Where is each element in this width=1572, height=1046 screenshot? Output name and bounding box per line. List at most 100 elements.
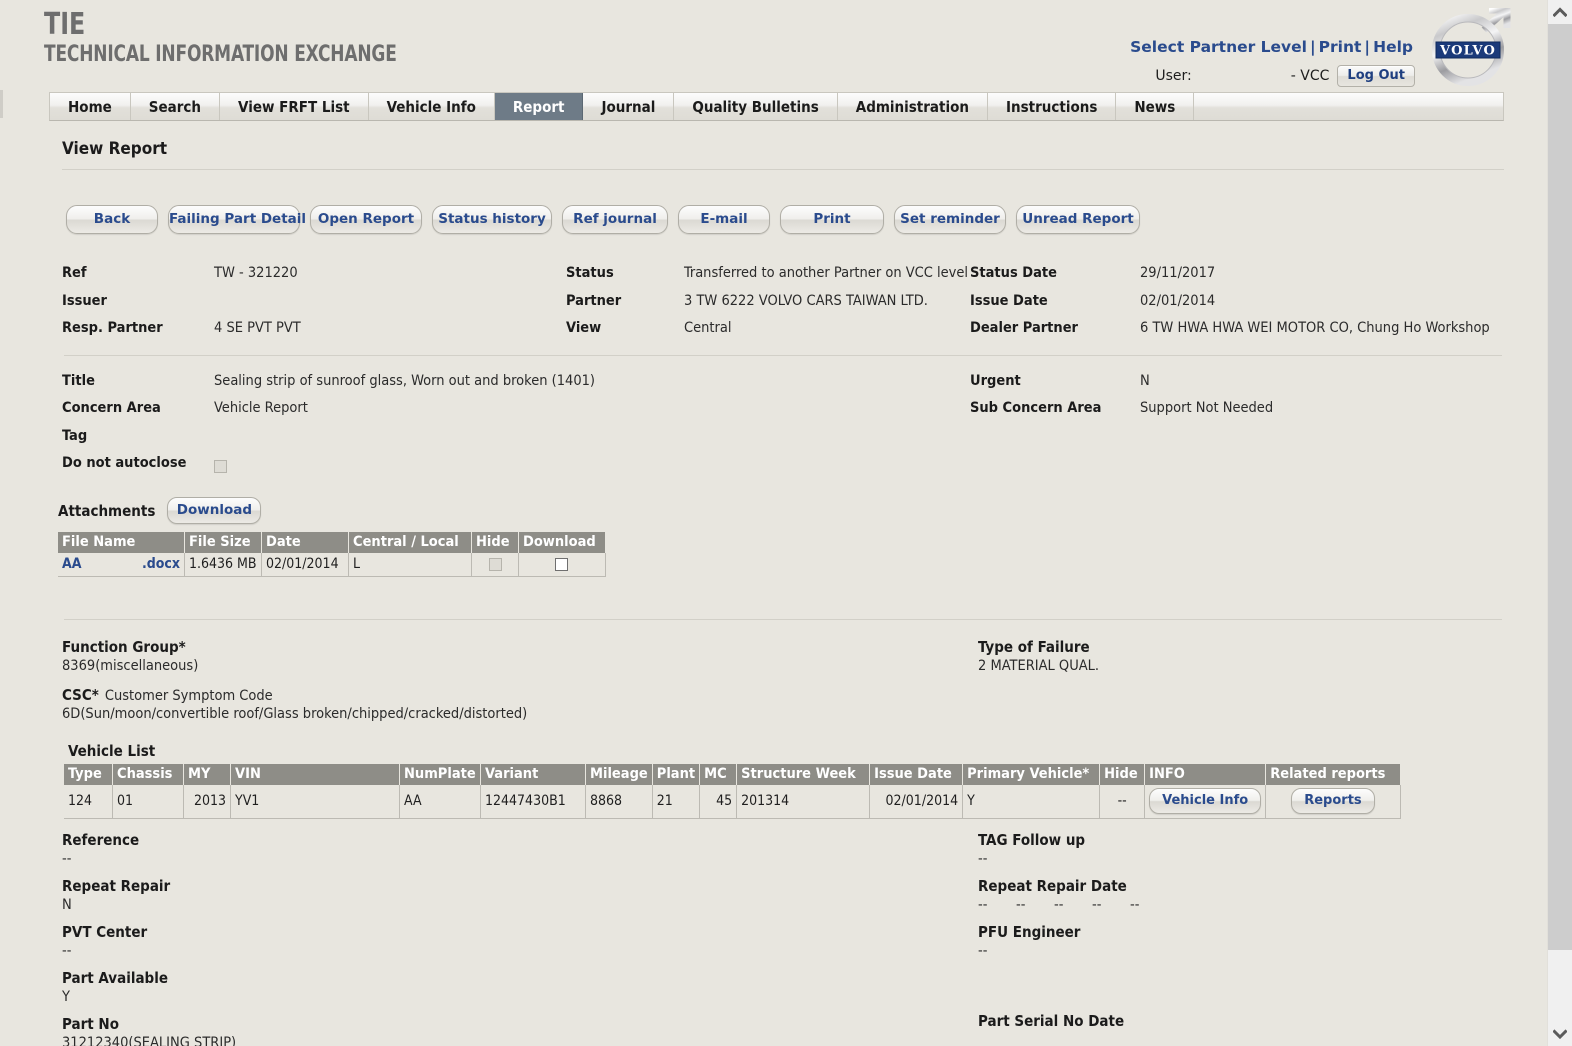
col-issue-date: Issue Date — [869, 763, 964, 785]
ref-journal-button[interactable]: Ref journal — [562, 205, 668, 234]
user-partner-level: - VCC — [1290, 68, 1330, 84]
failing-part-detail-button[interactable]: Failing Part Detail — [168, 205, 306, 234]
attachments-header: Attachments Download — [58, 497, 1504, 525]
pfu-engineer-field: PFU Engineer -- — [978, 923, 1504, 960]
vehicle-info-button[interactable]: Vehicle Info — [1149, 787, 1262, 814]
pfu-engineer-label: PFU Engineer — [978, 922, 1081, 941]
csc-label-row: CSC* Customer Symptom Code — [62, 685, 978, 704]
email-button[interactable]: E-mail — [678, 205, 770, 234]
col-type: Type — [64, 763, 113, 785]
details-right-column: TAG Follow up -- Repeat Repair Date -- --… — [978, 831, 1504, 1046]
logout-button[interactable]: Log Out — [1337, 65, 1415, 87]
part-no-label: Part No — [62, 1015, 119, 1034]
attachments-download-button[interactable]: Download — [167, 497, 262, 525]
tab-view-frft-list[interactable]: View FRFT List — [220, 93, 369, 120]
attachment-file-ext[interactable]: .docx — [142, 556, 180, 572]
main-content: View Report Back Failing Part Detail Ope… — [0, 139, 1548, 1046]
attachments-divider — [64, 619, 1502, 621]
back-button[interactable]: Back — [66, 205, 158, 234]
csc-value: 6D(Sun/moon/convertible roof/Glass broke… — [62, 705, 528, 722]
cell-plant: 21 — [652, 784, 701, 819]
rrd-part-1: -- — [978, 896, 988, 913]
report-row-autoclose: Do not autoclose — [62, 454, 1504, 475]
vertical-scrollbar[interactable] — [1547, 0, 1572, 1046]
select-partner-level-link[interactable]: Select Partner Level — [1130, 38, 1307, 56]
col-related-reports: Related reports — [1265, 763, 1401, 785]
cell-mc: 45 — [699, 784, 738, 819]
attachment-file-link[interactable]: AA — [62, 556, 82, 572]
tag-follow-up-value: -- — [978, 850, 988, 867]
print-link[interactable]: Print — [1319, 38, 1362, 56]
scroll-down-chevron-icon[interactable] — [1548, 1022, 1572, 1046]
tab-instructions[interactable]: Instructions — [988, 93, 1117, 120]
rrd-part-2: -- — [1016, 896, 1026, 913]
scrollbar-thumb[interactable] — [1548, 24, 1572, 950]
set-reminder-button[interactable]: Set reminder — [894, 205, 1006, 234]
open-report-button[interactable]: Open Report — [310, 205, 422, 234]
link-separator-1: | — [1309, 38, 1316, 56]
nav-filler — [1194, 93, 1503, 120]
tab-news[interactable]: News — [1116, 93, 1195, 120]
tab-administration[interactable]: Administration — [838, 93, 988, 120]
vehicle-list-title: Vehicle List — [68, 741, 156, 760]
unread-report-button[interactable]: Unread Report — [1016, 205, 1140, 234]
attachment-download-checkbox[interactable] — [555, 557, 569, 571]
col-structure-week: Structure Week — [736, 763, 871, 785]
brand-acronym: TIE — [44, 7, 86, 42]
main-navigation: Home Search View FRFT List Vehicle Info … — [49, 92, 1504, 121]
status-history-button[interactable]: Status history — [432, 205, 552, 234]
col-variant: Variant — [480, 763, 586, 785]
pvt-center-field: PVT Center -- — [62, 923, 978, 960]
tab-report[interactable]: Report — [494, 93, 584, 120]
part-serial-no-date-field: Part Serial No Date — [978, 1012, 1504, 1030]
site-logo: TIE TECHNICAL INFORMATION EXCHANGE — [44, 10, 454, 66]
tab-quality-bulletins[interactable]: Quality Bulletins — [674, 93, 838, 120]
report-row-tag: Tag — [62, 427, 1504, 447]
vehicle-list-table: Type Chassis MY VIN NumPlate Variant Mil… — [64, 763, 1401, 819]
urgent-label: Urgent — [970, 372, 1021, 389]
tab-vehicle-info[interactable]: Vehicle Info — [369, 93, 495, 120]
report-row-issuer: Issuer Partner 3 TW 6222 VOLVO CARS TAIW… — [62, 292, 1504, 312]
part-available-label: Part Available — [62, 969, 168, 987]
user-label: User: — [1155, 68, 1192, 84]
failure-right-column: Type of Failure 2 MATERIAL QUAL. — [978, 638, 1504, 731]
col-file-size: File Size — [184, 532, 262, 554]
urgent-value: N — [1140, 372, 1150, 389]
col-chassis: Chassis — [112, 763, 184, 785]
type-of-failure-label: Type of Failure — [978, 638, 1090, 657]
do-not-autoclose-label: Do not autoclose — [62, 455, 187, 472]
cell-issue-date: 02/01/2014 — [869, 784, 964, 819]
tab-home[interactable]: Home — [50, 93, 131, 120]
details-section: Reference -- Repeat Repair N PVT Center … — [62, 831, 1504, 1046]
cell-type: 124 — [64, 784, 113, 819]
vehicle-list-header-row: Type Chassis MY VIN NumPlate Variant Mil… — [64, 763, 1401, 785]
help-link[interactable]: Help — [1373, 38, 1413, 56]
scroll-up-chevron-icon[interactable] — [1548, 0, 1572, 24]
print-button[interactable]: Print — [780, 205, 884, 234]
repeat-repair-date-value: -- -- -- -- -- — [978, 896, 1504, 914]
related-reports-button[interactable]: Reports — [1291, 787, 1375, 814]
status-value: Transferred to another Partner on VCC le… — [684, 265, 969, 281]
pvt-center-value: -- — [62, 942, 72, 959]
issuer-label: Issuer — [62, 292, 107, 309]
title-value: Sealing strip of sunroof glass, Worn out… — [214, 372, 596, 389]
cell-file-size: 1.6436 MB — [184, 553, 262, 578]
repeat-repair-date-field: Repeat Repair Date -- -- -- -- -- — [978, 877, 1504, 914]
repeat-repair-label: Repeat Repair — [62, 876, 171, 895]
attachment-hide-checkbox[interactable] — [488, 557, 502, 571]
reference-value: -- — [62, 850, 72, 867]
failure-section: Function Group* 8369(miscellaneous) CSC*… — [62, 638, 1504, 731]
col-date: Date — [261, 532, 349, 554]
cell-file-name: AA .docx — [58, 553, 185, 578]
tab-journal[interactable]: Journal — [583, 93, 675, 120]
reference-field: Reference -- — [62, 831, 978, 868]
cell-download — [518, 553, 606, 578]
table-row: AA .docx 1.6436 MB 02/01/2014 L — [58, 553, 606, 578]
tab-search[interactable]: Search — [131, 93, 221, 120]
type-of-failure-field: Type of Failure 2 MATERIAL QUAL. — [978, 638, 1504, 675]
partner-label: Partner — [566, 292, 622, 309]
do-not-autoclose-checkbox[interactable] — [214, 460, 227, 474]
csc-label: CSC* — [62, 685, 99, 704]
report-row-resp-partner: Resp. Partner 4 SE PVT PVT View Central … — [62, 319, 1504, 339]
header-links: Select Partner Level | Print | Help — [1130, 38, 1413, 56]
